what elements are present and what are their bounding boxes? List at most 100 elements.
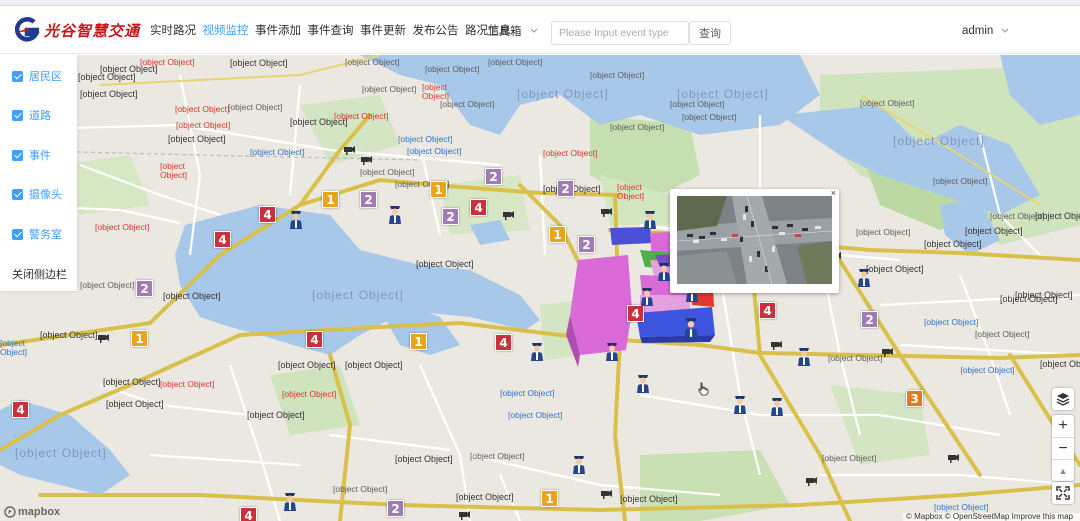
map-label: [object Object]: [924, 317, 979, 327]
police-officer-icon[interactable]: [683, 315, 699, 339]
camera-icon[interactable]: [343, 145, 355, 155]
police-officer-icon[interactable]: [283, 490, 297, 512]
police-officer-icon[interactable]: [289, 208, 303, 230]
camera-icon[interactable]: [805, 476, 817, 486]
map-label: [object Object]: [278, 360, 336, 370]
user-menu[interactable]: admin: [962, 25, 1011, 37]
event-marker[interactable]: 1: [131, 330, 148, 347]
map-label: [object Object]: [1035, 211, 1080, 221]
map-label: [object Object]: [488, 57, 543, 67]
map-label: [object Object]: [860, 98, 915, 108]
police-officer-icon[interactable]: [572, 453, 586, 475]
layer-toggle-residential[interactable]: 居民区: [12, 68, 62, 84]
event-marker[interactable]: 1: [322, 191, 339, 208]
mapbox-logo: mapbox: [4, 506, 60, 518]
camera-icon[interactable]: [458, 510, 470, 520]
zoom-out-button[interactable]: −: [1052, 437, 1074, 459]
police-officer-icon[interactable]: [636, 372, 650, 394]
layers-icon[interactable]: [1052, 388, 1074, 410]
event-marker[interactable]: 2: [360, 191, 377, 208]
map-label: [object Object]: [230, 58, 288, 68]
event-marker[interactable]: 2: [557, 180, 574, 197]
app-logo[interactable]: 光谷智慧交通: [12, 15, 140, 45]
map-label: [object Object]: [395, 454, 453, 464]
event-marker[interactable]: 1: [541, 490, 558, 507]
map-label: [object Object]: [160, 379, 215, 389]
police-officer-icon[interactable]: [797, 345, 811, 367]
event-marker[interactable]: 1: [430, 181, 447, 198]
compass-icon[interactable]: ▲: [1052, 459, 1074, 481]
event-search-input[interactable]: [551, 21, 689, 45]
event-marker[interactable]: 2: [578, 236, 595, 253]
map-label: [object Object]: [176, 120, 231, 130]
police-officer-icon[interactable]: [640, 285, 654, 307]
event-marker[interactable]: 2: [485, 168, 502, 185]
event-marker[interactable]: 1: [410, 333, 427, 350]
layer-toggle-police-stations[interactable]: 警务室: [12, 226, 62, 242]
event-marker[interactable]: 4: [306, 331, 323, 348]
event-marker[interactable]: 3: [906, 390, 923, 407]
event-marker[interactable]: 4: [627, 305, 644, 322]
nav-item-realtime[interactable]: 实时路况: [150, 22, 196, 38]
camera-icon[interactable]: [97, 333, 109, 343]
nav-item-event-add[interactable]: 事件添加: [255, 22, 301, 38]
event-marker[interactable]: 4: [759, 302, 776, 319]
police-officer-icon[interactable]: [388, 203, 402, 225]
event-marker[interactable]: 4: [12, 401, 29, 418]
map-label: [object Object]: [228, 102, 283, 112]
police-officer-icon[interactable]: [857, 266, 871, 288]
map-label: [object Object]: [106, 399, 164, 409]
map-label: [object Object]: [682, 112, 737, 122]
camera-icon[interactable]: [770, 340, 782, 350]
camera-icon[interactable]: [360, 155, 372, 165]
event-marker[interactable]: 4: [470, 199, 487, 216]
camera-icon[interactable]: [600, 207, 612, 217]
camera-video-feed[interactable]: [677, 196, 832, 284]
layer-toggle-roads[interactable]: 道路: [12, 107, 51, 123]
police-officer-icon[interactable]: [643, 208, 657, 230]
camera-icon[interactable]: [600, 489, 612, 499]
close-sidebar-button[interactable]: 关闭侧边栏: [12, 266, 67, 282]
fullscreen-icon[interactable]: [1052, 482, 1074, 504]
event-marker[interactable]: 2: [387, 500, 404, 517]
checkbox-checked-icon[interactable]: [12, 188, 23, 200]
event-marker[interactable]: 4: [495, 334, 512, 351]
event-marker[interactable]: 2: [136, 280, 153, 297]
event-marker[interactable]: 1: [549, 226, 566, 243]
checkbox-checked-icon[interactable]: [12, 149, 23, 161]
nav-item-video-monitor[interactable]: 视频监控: [203, 22, 249, 38]
nav-item-event-update[interactable]: 事件更新: [360, 22, 406, 38]
police-officer-icon[interactable]: [530, 340, 544, 362]
police-officer-icon[interactable]: [733, 393, 747, 415]
event-marker[interactable]: 2: [442, 208, 459, 225]
event-marker[interactable]: 4: [240, 507, 257, 521]
camera-icon[interactable]: [502, 210, 514, 220]
layer-toggle-cameras[interactable]: 摄像头: [12, 186, 62, 202]
checkbox-checked-icon[interactable]: [12, 109, 23, 121]
checkbox-checked-icon[interactable]: [12, 70, 23, 82]
fullscreen-control[interactable]: [1052, 482, 1074, 504]
event-marker[interactable]: 4: [214, 231, 231, 248]
map-canvas[interactable]: [object Object] [object Object] [object …: [0, 55, 1080, 521]
checkbox-checked-icon[interactable]: [12, 228, 23, 240]
event-marker[interactable]: 2: [861, 311, 878, 328]
map-attribution[interactable]: © Mapbox © OpenStreetMap Improve this ma…: [903, 513, 1080, 521]
nav-item-announcement[interactable]: 发布公告: [413, 22, 459, 38]
nav-item-event-query[interactable]: 事件查询: [308, 22, 354, 38]
zoom-in-button[interactable]: +: [1052, 415, 1074, 437]
event-marker[interactable]: 4: [259, 206, 276, 223]
logo-g-icon: [12, 15, 42, 45]
police-officer-icon[interactable]: [657, 260, 671, 282]
query-button[interactable]: 查询: [689, 21, 731, 45]
camera-icon[interactable]: [881, 347, 893, 357]
police-officer-icon[interactable]: [770, 395, 784, 417]
camera-icon[interactable]: [947, 453, 959, 463]
toolbox-dropdown[interactable]: 工具箱: [487, 23, 540, 39]
map-label: [object Object]: [822, 453, 877, 463]
map-label: [object Object]: [500, 388, 555, 398]
map-layers-control[interactable]: [1052, 388, 1074, 410]
layer-label: 警务室: [29, 229, 62, 241]
police-officer-icon[interactable]: [605, 340, 619, 362]
map-label: [object Object]: [620, 494, 678, 504]
layer-toggle-events[interactable]: 事件: [12, 147, 51, 163]
